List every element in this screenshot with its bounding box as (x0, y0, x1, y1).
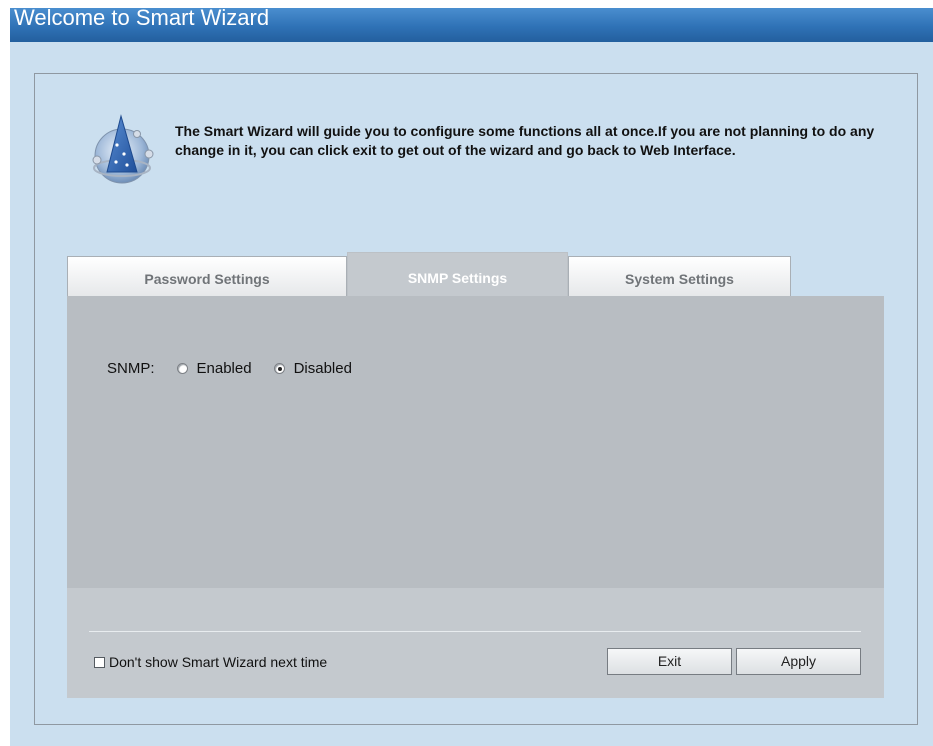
snmp-disabled-radio[interactable] (273, 363, 285, 374)
tab-system-settings[interactable]: System Settings (568, 256, 791, 296)
smart-wizard-page: Welcome to Smart Wizard The Smart Wizard… (0, 0, 933, 746)
apply-button[interactable]: Apply (736, 648, 861, 675)
snmp-enabled-radio[interactable] (176, 363, 188, 374)
snmp-disabled-label[interactable]: Disabled (294, 360, 352, 377)
settings-panel-content (67, 296, 884, 588)
snmp-setting-row: SNMP: Enabled Disabled (107, 360, 374, 377)
dont-show-option[interactable]: Don't show Smart Wizard next time (94, 654, 327, 670)
dont-show-label[interactable]: Don't show Smart Wizard next time (109, 654, 327, 670)
snmp-enabled-label[interactable]: Enabled (197, 360, 252, 377)
dont-show-checkbox[interactable] (94, 656, 105, 668)
exit-button[interactable]: Exit (607, 648, 732, 675)
tab-password-settings[interactable]: Password Settings (67, 256, 347, 296)
tab-snmp-settings[interactable]: SNMP Settings (347, 252, 568, 296)
snmp-label: SNMP: (107, 360, 155, 377)
window-title: Welcome to Smart Wizard (14, 5, 270, 30)
intro-text: The Smart Wizard will guide you to confi… (175, 123, 875, 158)
wizard-hat-icon (89, 110, 159, 190)
title-bar: Welcome to Smart Wizard (10, 5, 933, 42)
footer-divider (89, 631, 861, 632)
